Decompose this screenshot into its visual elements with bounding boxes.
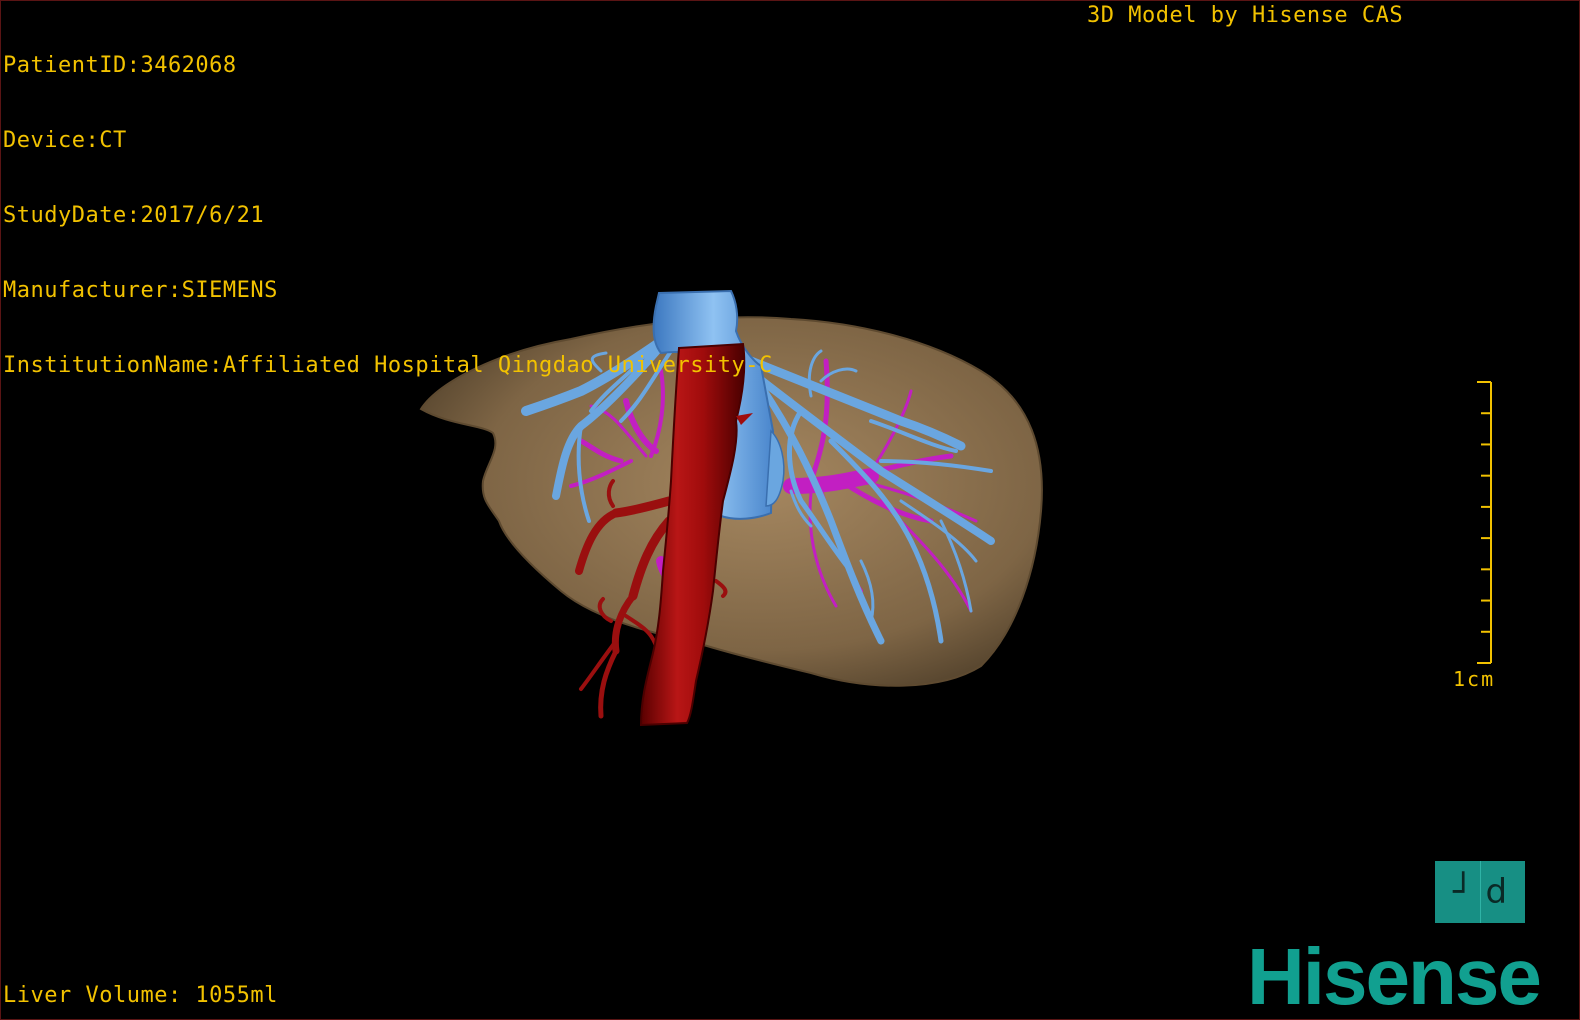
model-credit-label: 3D Model by Hisense CAS	[1087, 3, 1404, 28]
cube-edge	[1480, 861, 1481, 923]
dicom-info-panel: PatientID:3462068 Device:CT StudyDate:20…	[3, 3, 773, 428]
orientation-face-right: d	[1485, 872, 1508, 912]
orientation-face-left: ┘	[1452, 872, 1474, 912]
orientation-cube[interactable]: ┘ d	[1435, 861, 1525, 923]
patient-id-label: PatientID:3462068	[3, 53, 237, 78]
institution-label: InstitutionName:Affiliated Hospital Qing…	[3, 353, 773, 378]
hisense-logo: Hisense	[1247, 932, 1542, 1020]
manufacturer-label: Manufacturer:SIEMENS	[3, 278, 278, 303]
study-date-label: StudyDate:2017/6/21	[3, 203, 265, 228]
liver-volume-label: Liver Volume: 1055ml	[3, 983, 278, 1008]
device-label: Device:CT	[3, 128, 127, 153]
scale-label: 1cm	[1453, 667, 1496, 691]
3d-viewport[interactable]: PatientID:3462068 Device:CT StudyDate:20…	[0, 0, 1580, 1020]
scale-bar	[1477, 381, 1492, 664]
